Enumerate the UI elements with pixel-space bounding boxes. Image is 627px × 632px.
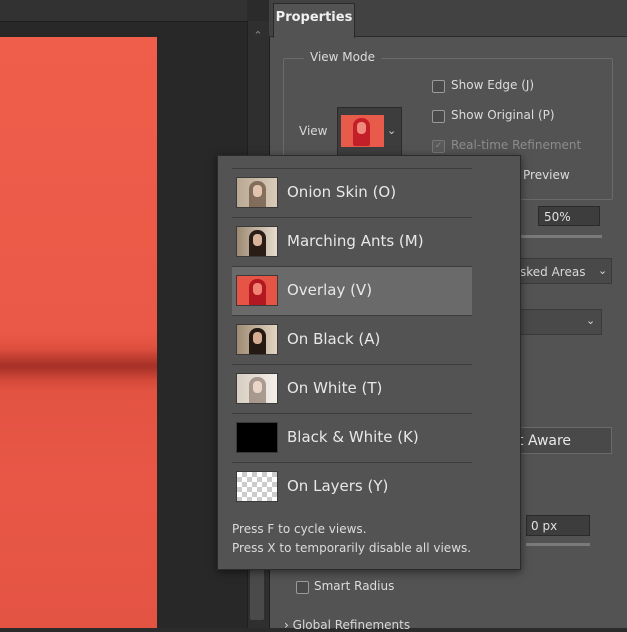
view-mode-list: Onion Skin (O) Marching Ants (M) Overlay… (232, 168, 473, 511)
chevron-down-icon[interactable]: ⌄ (586, 314, 595, 327)
canvas-ruler (0, 0, 247, 22)
content-aware-button[interactable]: t Aware (517, 427, 612, 454)
global-refinements-header[interactable]: › Global Refinements (284, 618, 410, 632)
view-label: View (299, 124, 328, 138)
radius-slider[interactable] (526, 543, 590, 546)
realtime-refinement-checkbox[interactable]: ✓ (432, 140, 445, 153)
show-edge-label: Show Edge (J) (451, 78, 535, 92)
on-layers-thumbnail (236, 471, 278, 502)
show-edge-checkbox[interactable] (432, 80, 445, 93)
tab-properties[interactable]: Properties (273, 3, 355, 38)
smart-radius-checkbox[interactable] (296, 581, 309, 594)
radius-input[interactable]: 0 px (526, 515, 590, 536)
smart-radius-label: Smart Radius (314, 579, 395, 593)
view-item-onion-skin[interactable]: Onion Skin (O) (232, 168, 472, 217)
opacity-slider[interactable] (520, 235, 602, 238)
opacity-input[interactable]: 50% (538, 206, 600, 226)
view-item-overlay[interactable]: Overlay (V) (232, 266, 472, 315)
view-item-on-white[interactable]: On White (T) (232, 364, 472, 413)
view-item-on-layers[interactable]: On Layers (Y) (232, 462, 472, 511)
view-item-label: Overlay (V) (287, 281, 373, 299)
image-shadow-band (0, 350, 157, 380)
on-white-thumbnail (236, 373, 278, 404)
view-item-label: Onion Skin (O) (287, 183, 397, 201)
view-mode-title: View Mode (304, 50, 381, 64)
view-item-on-black[interactable]: On Black (A) (232, 315, 472, 364)
view-item-label: On White (T) (287, 379, 383, 397)
black-white-thumbnail (236, 422, 278, 453)
overlay-thumbnail (236, 275, 278, 306)
realtime-refinement-label: Real-time Refinement (451, 138, 582, 152)
chevron-down-icon[interactable]: ⌄ (598, 264, 607, 277)
preview-label: Preview (523, 168, 570, 182)
scroll-up-icon[interactable]: ⌃ (252, 30, 264, 42)
show-original-label: Show Original (P) (451, 108, 555, 122)
view-item-marching-ants[interactable]: Marching Ants (M) (232, 217, 472, 266)
popup-hint-cycle: Press F to cycle views. (232, 522, 367, 536)
view-item-black-white[interactable]: Black & White (K) (232, 413, 472, 462)
marching-ants-thumbnail (236, 226, 278, 257)
document-image[interactable] (0, 37, 157, 628)
popup-hint-disable: Press X to temporarily disable all views… (232, 541, 472, 555)
view-item-label: Marching Ants (M) (287, 232, 424, 250)
chevron-right-icon: › (284, 618, 289, 632)
on-black-thumbnail (236, 324, 278, 355)
chevron-down-icon[interactable]: ⌄ (387, 124, 396, 137)
show-original-checkbox[interactable] (432, 110, 445, 123)
view-item-label: Black & White (K) (287, 428, 419, 446)
onion-skin-thumbnail (236, 177, 278, 208)
view-item-label: On Black (A) (287, 330, 381, 348)
view-item-label: On Layers (Y) (287, 477, 389, 495)
global-refinements-label: Global Refinements (292, 618, 411, 632)
overlay-thumbnail (341, 115, 384, 147)
